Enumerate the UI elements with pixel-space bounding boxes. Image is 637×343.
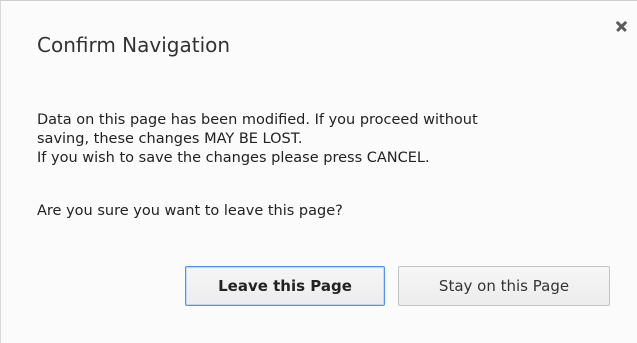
message-line: saving, these changes MAY BE LOST.	[37, 131, 303, 147]
close-icon[interactable]	[613, 17, 631, 35]
confirm-navigation-dialog: Confirm Navigation Data on this page has…	[0, 0, 637, 343]
stay-on-page-button[interactable]: Stay on this Page	[398, 266, 610, 306]
dialog-question: Are you sure you want to leave this page…	[37, 203, 343, 219]
message-line: Data on this page has been modified. If …	[37, 112, 478, 128]
message-line: If you wish to save the changes please p…	[37, 150, 430, 166]
dialog-title: Confirm Navigation	[37, 33, 231, 57]
leave-page-button[interactable]: Leave this Page	[185, 266, 385, 306]
dialog-message: Data on this page has been modified. If …	[37, 111, 607, 168]
